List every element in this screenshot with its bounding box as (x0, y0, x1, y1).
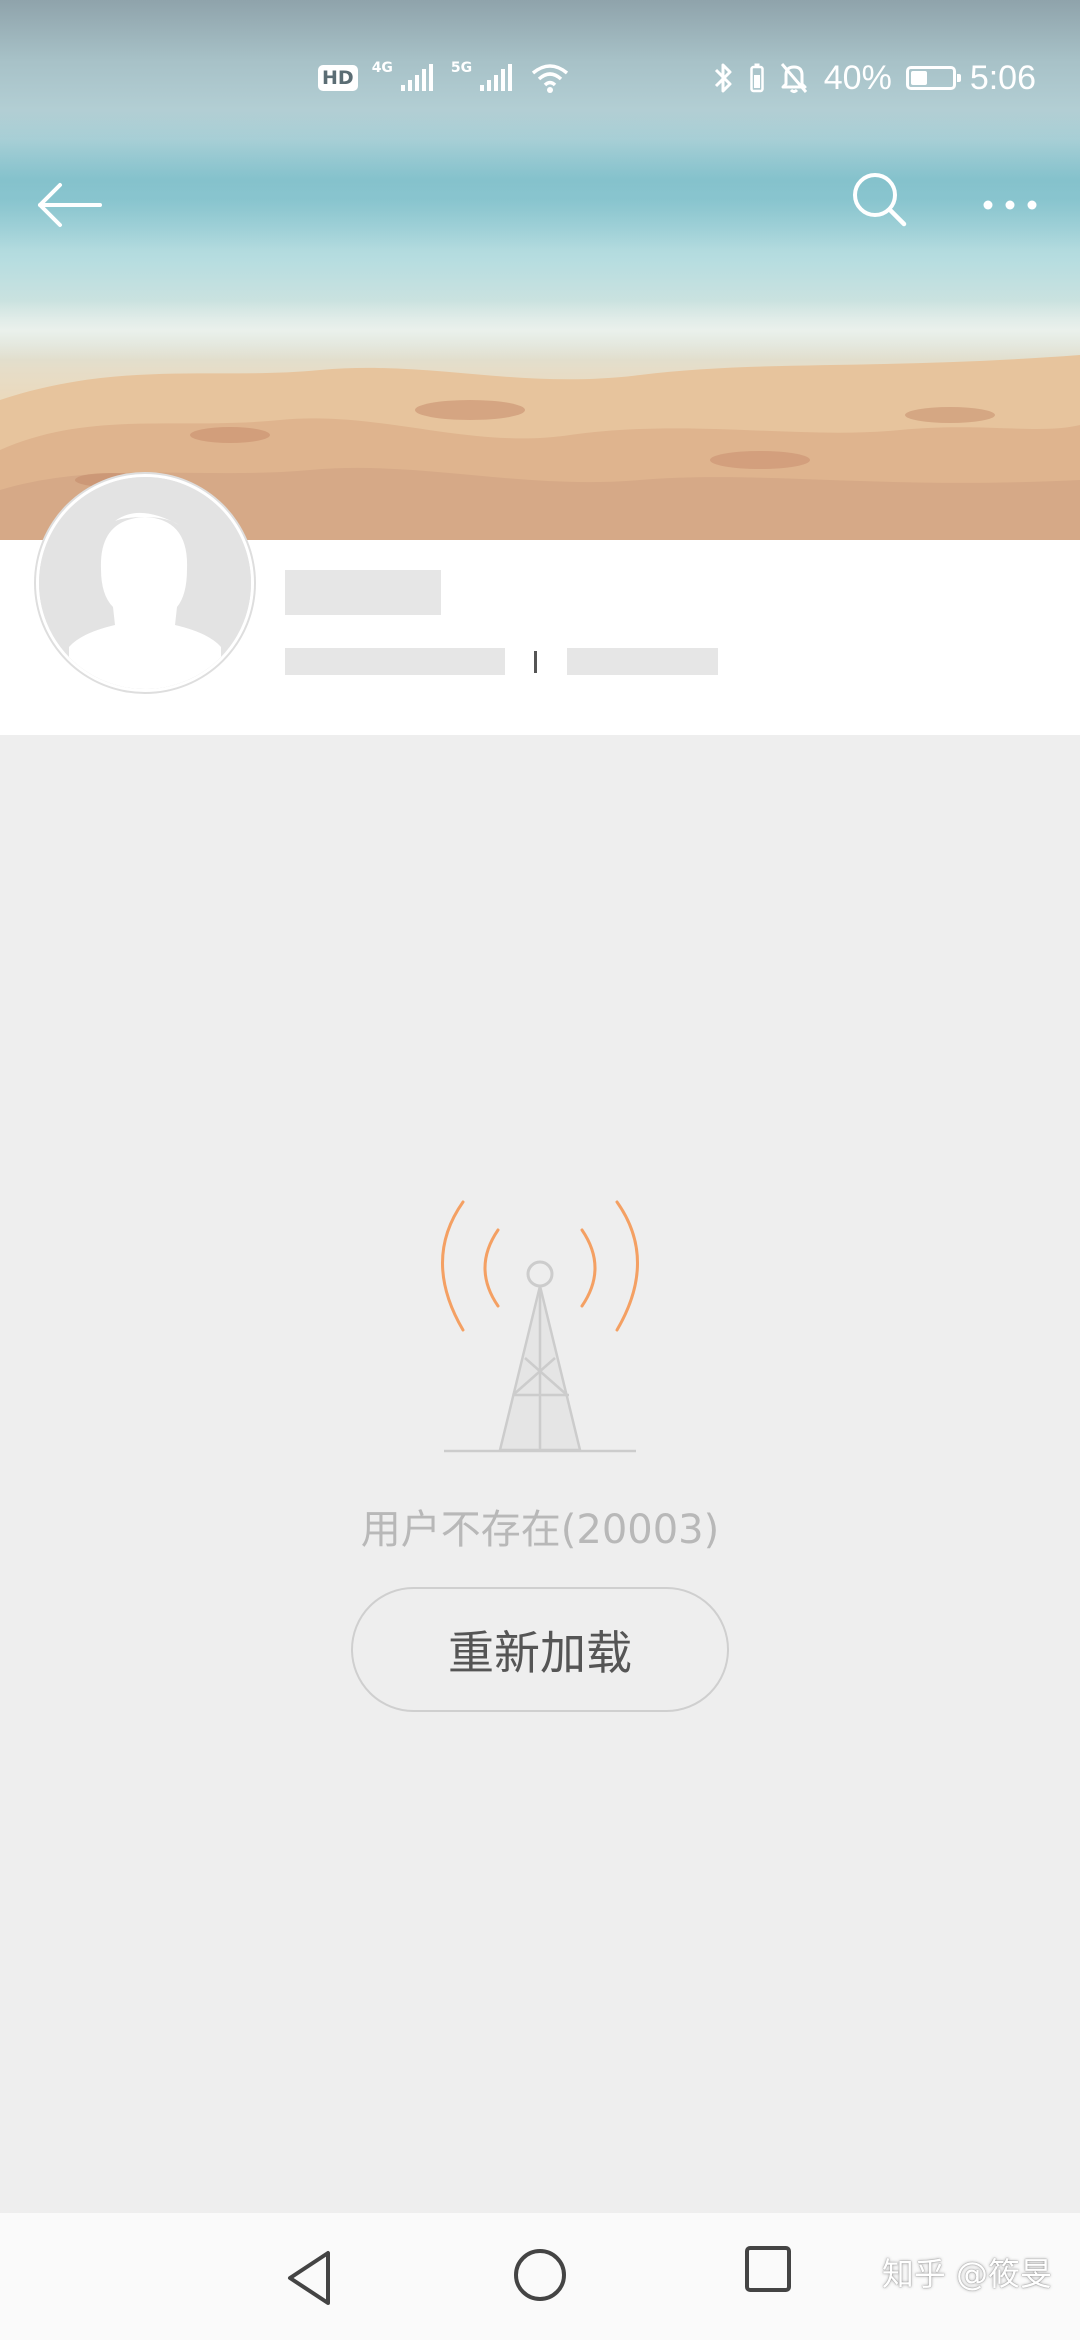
nav-home-icon[interactable] (508, 2243, 572, 2307)
wifi-icon (532, 64, 569, 93)
back-button[interactable] (30, 160, 110, 230)
meta-placeholder (285, 648, 505, 675)
more-icon (983, 200, 1037, 210)
hd-icon: HD (318, 65, 358, 91)
status-left: HD 4G 5G (318, 58, 570, 98)
signal-tower-icon (441, 1200, 639, 1453)
bluetooth-icon (714, 63, 732, 93)
battery-small-icon (750, 63, 764, 93)
battery-icon (905, 66, 961, 90)
mute-bell-icon (780, 63, 807, 93)
app-bar (0, 150, 1080, 240)
error-message: 用户不存在(20003) (360, 1507, 720, 1553)
meta-divider (534, 651, 537, 673)
nav-back-icon[interactable] (280, 2243, 340, 2313)
signal-icon (400, 64, 433, 91)
battery-percent: 40% (823, 58, 892, 97)
signal-icon (480, 64, 513, 91)
status-bar: HD 4G 5G 40% 5:06 (0, 50, 1080, 110)
nav-recents-icon[interactable] (742, 2243, 796, 2297)
network-5g-label: 5G (450, 60, 473, 76)
reload-button[interactable]: 重新加载 (351, 1587, 729, 1712)
username-placeholder (285, 570, 441, 615)
meta-placeholder (567, 648, 718, 675)
network-4g-label: 4G (371, 60, 393, 76)
watermark: 知乎 @筱旻 (881, 2255, 1052, 2293)
more-options-button[interactable] (970, 160, 1050, 230)
back-arrow-icon (38, 183, 102, 227)
search-button[interactable] (840, 160, 920, 240)
status-right: 40% 5:06 (712, 54, 1036, 102)
search-icon (853, 173, 907, 227)
status-time: 5:06 (969, 58, 1036, 97)
system-nav-bar: 知乎 @筱旻 (0, 2213, 1080, 2340)
default-avatar-icon (36, 474, 254, 692)
